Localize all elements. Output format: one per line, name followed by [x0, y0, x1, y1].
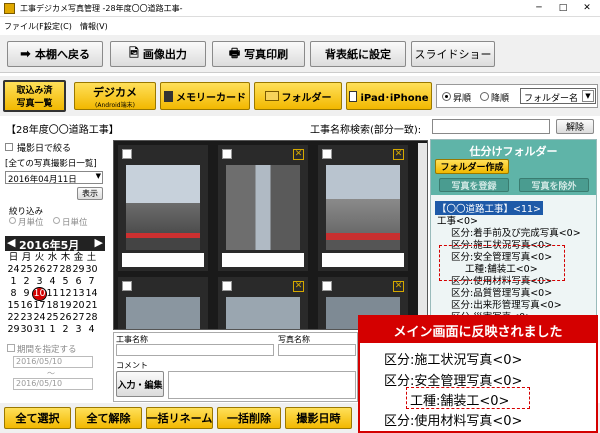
date-select[interactable]: 2016年04月11日 ▼: [5, 171, 103, 185]
construction-photo: [226, 165, 300, 250]
calendar-header: ◀ 2016年5月 ▶: [5, 236, 105, 252]
memory-card-button[interactable]: メモリーカード: [160, 82, 250, 110]
tablet-icon: [349, 90, 358, 102]
window-title: 工事デジカメ写真管理 -28年度〇〇道路工事-: [20, 4, 183, 13]
close-icon[interactable]: ✕: [293, 149, 304, 160]
imported-photos-button[interactable]: 取込み済 写真一覧: [3, 80, 66, 112]
prev-month-icon[interactable]: ◀: [7, 236, 15, 249]
sort-desc-radio[interactable]: [480, 92, 489, 101]
select-checkbox[interactable]: [122, 281, 132, 291]
chevron-down-icon: ▼: [582, 90, 594, 102]
export-icon: 🖻: [129, 45, 139, 60]
minimize-button[interactable]: ─: [532, 2, 546, 14]
construction-photo: [126, 297, 200, 329]
period-to-input[interactable]: 2016/05/10: [13, 378, 93, 390]
register-photo-button[interactable]: 写真を登録: [439, 178, 509, 192]
period-from-input[interactable]: 2016/05/10: [13, 356, 93, 368]
construction-name-field[interactable]: [116, 344, 274, 356]
set-cover-button[interactable]: 背表紙に設定: [310, 41, 406, 67]
grid-scrollbar[interactable]: [418, 143, 427, 329]
source-toolbar: 取込み済 写真一覧 デジカメ (Android端末) メモリーカード フォルダー…: [0, 76, 600, 116]
photo-name-field[interactable]: [278, 344, 356, 356]
create-folder-button[interactable]: フォルダー作成: [435, 159, 509, 174]
photo-thumbnail[interactable]: [118, 145, 208, 271]
bulk-delete-button[interactable]: 一括削除: [217, 407, 281, 429]
exclude-photo-button[interactable]: 写真を除外: [519, 178, 589, 192]
photo-thumbnail[interactable]: ✕: [218, 277, 308, 329]
search-label: 工事名称検索(部分一致):: [310, 125, 422, 136]
select-checkbox[interactable]: [222, 281, 232, 291]
clear-search-button[interactable]: 解除: [556, 119, 594, 134]
close-icon[interactable]: ✕: [393, 281, 404, 292]
callout-banner: メイン画面に反映されました: [360, 317, 596, 343]
main-toolbar: ➡ 本棚へ戻る 🖻 画像出力 🖶 写真印刷 背表紙に設定 スライドショー: [0, 35, 600, 73]
folder-button[interactable]: フォルダー: [254, 82, 342, 110]
photo-thumbnail[interactable]: ✕: [318, 145, 408, 271]
photo-detail-area: 工事名称 写真名称 コメント 入力・編集: [113, 332, 358, 402]
callout-line: 区分:使用材料写真<0>: [384, 414, 523, 429]
select-checkbox[interactable]: [122, 149, 132, 159]
shooting-datetime-button[interactable]: 撮影日時: [285, 407, 352, 429]
menu-bar: ファイル(F) 設定(C) 情報(V): [0, 18, 600, 34]
callout-line: 区分:施工状況写真<0>: [384, 353, 523, 368]
title-bar: 工事デジカメ写真管理 -28年度〇〇道路工事- ─ □ ✕: [0, 0, 600, 17]
project-label: 【28年度〇〇道路工事】: [6, 125, 119, 136]
memory-card-icon: [164, 90, 173, 102]
input-edit-button[interactable]: 入力・編集: [116, 371, 164, 397]
show-button[interactable]: 表示: [77, 187, 103, 200]
sort-key-select[interactable]: フォルダー名 ▼: [520, 88, 596, 104]
date-filter-checkbox[interactable]: [5, 143, 13, 151]
slideshow-button[interactable]: スライドショー: [411, 41, 495, 67]
date-filter-panel: 撮影日で絞る [全ての写真撮影日一覧] 2016年04月11日 ▼ 表示 絞り込…: [3, 139, 108, 404]
search-input[interactable]: [432, 119, 550, 134]
back-to-bookshelf-button[interactable]: ➡ 本棚へ戻る: [7, 41, 103, 67]
photo-grid: ✕ ✕ ✕ ✕: [113, 140, 428, 330]
select-checkbox[interactable]: [222, 149, 232, 159]
folder-panel-header: 仕分けフォルダー フォルダー作成 写真を登録 写真を除外: [431, 140, 596, 195]
selected-day[interactable]: 10: [32, 287, 47, 301]
callout-highlight-box: [406, 387, 530, 409]
photo-caption: [322, 253, 404, 267]
close-icon[interactable]: ✕: [293, 281, 304, 292]
image-export-button[interactable]: 🖻 画像出力: [110, 41, 206, 67]
folder-icon: [264, 91, 279, 101]
sort-asc-radio[interactable]: [442, 92, 451, 101]
period-checkbox[interactable]: [7, 344, 15, 352]
sort-controls: 昇順 降順 フォルダー名 ▼: [436, 84, 598, 108]
highlight-box: [439, 245, 565, 281]
app-icon: [4, 3, 15, 14]
calendar-grid: 日月火水木金土 24 25 26 27 28 29 30 1234567 8 9 10 11 12 1…: [7, 252, 98, 335]
select-checkbox[interactable]: [322, 149, 332, 159]
chevron-down-icon: ▼: [95, 172, 101, 180]
select-checkbox[interactable]: [322, 281, 332, 291]
construction-photo: [126, 165, 200, 250]
close-icon[interactable]: ✕: [393, 149, 404, 160]
photo-thumbnail[interactable]: [118, 277, 208, 329]
construction-photo: [226, 297, 300, 329]
construction-photo: [326, 165, 400, 250]
digicam-button[interactable]: デジカメ (Android端末): [74, 82, 156, 110]
close-button[interactable]: ✕: [580, 2, 594, 14]
maximize-button[interactable]: □: [556, 2, 570, 14]
ipad-iphone-button[interactable]: iPad･iPhone: [346, 82, 432, 110]
photo-thumbnail[interactable]: ✕: [218, 145, 308, 271]
deselect-all-button[interactable]: 全て解除: [75, 407, 142, 429]
by-day-radio[interactable]: [53, 217, 60, 224]
comment-field[interactable]: [168, 371, 356, 399]
photo-print-button[interactable]: 🖶 写真印刷: [212, 41, 305, 67]
menu-file[interactable]: ファイル(F): [4, 21, 47, 32]
next-month-icon[interactable]: ▶: [95, 236, 103, 249]
printer-icon: 🖶: [228, 45, 241, 60]
by-month-radio[interactable]: [9, 217, 16, 224]
back-arrow-icon: ➡: [20, 46, 31, 62]
reflected-callout: メイン画面に反映されました 区分:施工状況写真<0> 区分:安全管理写真<0> …: [358, 315, 598, 433]
photo-caption: [222, 253, 304, 267]
menu-settings[interactable]: 設定(C): [44, 21, 72, 32]
select-all-button[interactable]: 全て選択: [4, 407, 71, 429]
menu-info[interactable]: 情報(V): [80, 21, 108, 32]
bulk-rename-button[interactable]: 一括リネーム: [146, 407, 213, 429]
photo-caption: [122, 253, 204, 267]
